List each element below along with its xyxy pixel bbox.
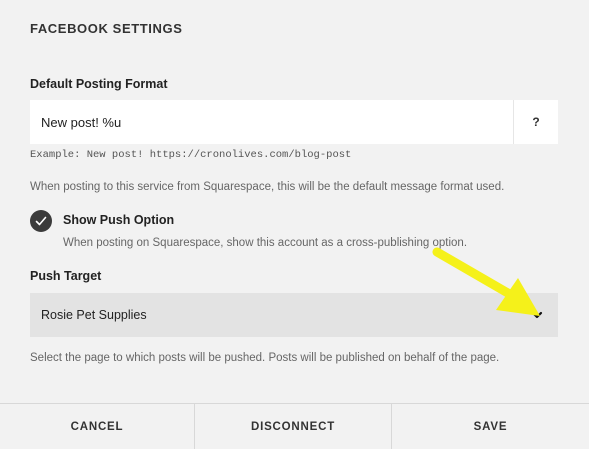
posting-format-field: ? (30, 100, 558, 144)
posting-format-label: Default Posting Format (30, 77, 168, 91)
push-target-select[interactable]: Rosie Pet Supplies (30, 293, 558, 337)
checkmark-icon (35, 216, 47, 226)
chevron-down-icon (531, 311, 543, 319)
help-button[interactable]: ? (513, 100, 558, 144)
cancel-button[interactable]: CANCEL (0, 404, 194, 449)
push-target-value: Rosie Pet Supplies (41, 308, 147, 322)
disconnect-button[interactable]: DISCONNECT (194, 404, 392, 449)
push-option-label: Show Push Option (63, 213, 175, 227)
push-target-description: Select the page to which posts will be p… (30, 352, 500, 364)
posting-format-example: Example: New post! https://cronolives.co… (30, 149, 352, 161)
posting-format-description: When posting to this service from Square… (30, 181, 505, 193)
save-button[interactable]: SAVE (392, 404, 589, 449)
push-target-label: Push Target (30, 269, 102, 283)
push-option-description: When posting on Squarespace, show this a… (63, 237, 468, 249)
footer-bar: CANCEL DISCONNECT SAVE (0, 403, 589, 449)
push-option-checkbox[interactable] (30, 210, 52, 232)
panel-title: FACEBOOK SETTINGS (30, 21, 183, 36)
posting-format-input[interactable] (30, 100, 513, 144)
